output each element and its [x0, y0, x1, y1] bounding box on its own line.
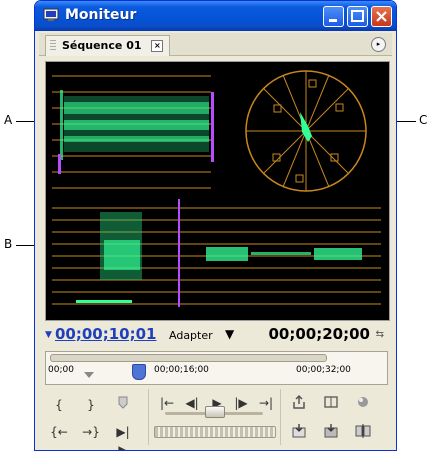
title-bar[interactable]: Moniteur: [35, 1, 396, 31]
scope-graphics: [52, 70, 381, 307]
ruler-label-end: 00;00;32;00: [296, 365, 351, 375]
minimize-button[interactable]: [323, 6, 344, 27]
insert-icon: [292, 424, 306, 438]
lift-button[interactable]: [289, 394, 309, 412]
step-back-button[interactable]: ◀|: [182, 394, 202, 412]
jog-wheel[interactable]: [154, 426, 276, 438]
step-forward-button[interactable]: |▶: [231, 394, 251, 412]
marker-icon: [118, 396, 128, 409]
yc-waveform-panel: [52, 75, 214, 189]
close-button[interactable]: [371, 6, 392, 27]
zoom-level-select[interactable]: Adapter: [169, 329, 213, 342]
duration-icon: ⇆: [375, 329, 384, 340]
panel-tab-strip: Séquence 01 × ▸: [39, 33, 392, 56]
extract-icon: [324, 396, 338, 408]
vectorscope-panel: [245, 70, 367, 192]
maximize-button[interactable]: [347, 6, 368, 27]
current-timecode[interactable]: 00;00;10;01: [55, 325, 157, 343]
go-to-out-point-button[interactable]: →}: [81, 423, 101, 441]
extract-button[interactable]: [321, 394, 341, 412]
output-icon: [358, 397, 368, 407]
duration-timecode: 00;00;20;00: [268, 325, 371, 343]
playhead-handle[interactable]: [132, 364, 146, 380]
tab-close-button[interactable]: ×: [151, 40, 164, 52]
window-title: Moniteur: [65, 7, 137, 23]
go-to-out-button[interactable]: →|: [256, 394, 276, 412]
minimize-icon: [329, 19, 337, 22]
close-icon: [376, 11, 387, 22]
overlay-icon: [324, 424, 338, 438]
maximize-icon: [351, 10, 364, 22]
callout-c-label: C: [419, 113, 428, 127]
rgb-parade-panel: [52, 199, 381, 307]
set-in-button[interactable]: {: [49, 396, 69, 414]
monitor-window: Moniteur Séquence 01 × ▸ ▼ 00;00;10;01 A…: [34, 0, 397, 451]
monitor-app-icon: [43, 8, 59, 21]
ruler-label-start: 00;00: [48, 365, 74, 375]
tab-label: Séquence 01: [62, 39, 142, 52]
panel-menu-button[interactable]: ▸: [371, 37, 386, 52]
zoom-dropdown-arrow-icon[interactable]: ▼: [225, 327, 234, 341]
output-button[interactable]: [353, 394, 373, 412]
trim-button[interactable]: [353, 423, 373, 441]
trim-icon: [355, 424, 371, 438]
controls-divider-left: [148, 389, 149, 445]
timecode-row: ▼ 00;00;10;01 Adapter ▼ 00;00;20;00 ⇆: [45, 325, 386, 347]
controls-divider-right: [280, 389, 281, 445]
shuttle-knob[interactable]: [205, 406, 225, 418]
lift-icon: [293, 394, 305, 409]
go-to-in-point-button[interactable]: {←: [49, 423, 69, 441]
ruler-label-mid: 00;00;16;00: [154, 365, 209, 375]
tab-sequence-01[interactable]: Séquence 01 ×: [45, 35, 171, 56]
overlay-button[interactable]: [321, 423, 341, 441]
go-to-in-button[interactable]: |←: [157, 394, 177, 412]
insert-button[interactable]: [289, 423, 309, 441]
time-ruler[interactable]: 00;00 00;00;16;00 00;00;32;00: [45, 351, 388, 385]
in-point-marker-icon: [84, 372, 94, 378]
set-marker-button[interactable]: [113, 396, 133, 414]
callout-a-label: A: [4, 113, 13, 127]
playhead-marker-icon: ▼: [45, 330, 52, 340]
tab-grip-icon: [50, 40, 56, 51]
play-in-to-out-button[interactable]: ▶|▶: [113, 423, 133, 450]
video-scope-display: [45, 61, 390, 321]
zoom-scrollbar[interactable]: [50, 354, 327, 362]
set-out-button[interactable]: }: [81, 396, 101, 414]
callout-b-label: B: [4, 237, 13, 251]
